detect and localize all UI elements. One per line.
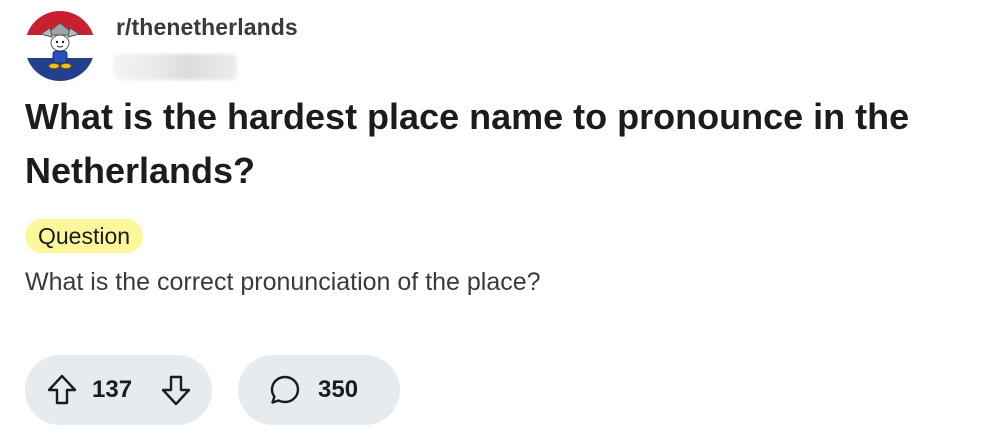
blurred-username <box>113 54 237 80</box>
reddit-post: r/thenetherlands What is the hardest pla… <box>0 0 990 440</box>
post-body: What is the correct pronunciation of the… <box>25 268 541 296</box>
post-flair[interactable]: Question <box>25 219 144 253</box>
subreddit-name[interactable]: r/thenetherlands <box>116 14 298 41</box>
comment-count: 350 <box>318 376 359 403</box>
vote-bar: 137 <box>25 355 212 425</box>
speech-bubble-icon <box>269 374 301 406</box>
upvote-count: 137 <box>92 376 133 403</box>
post-title[interactable]: What is the hardest place name to pronou… <box>25 90 955 198</box>
comments-button[interactable]: 350 <box>238 355 400 425</box>
subreddit-avatar[interactable] <box>25 11 95 81</box>
arrow-down-icon[interactable] <box>161 374 191 406</box>
dutch-flag-mascot-icon <box>25 11 95 81</box>
arrow-up-icon[interactable] <box>47 374 77 406</box>
